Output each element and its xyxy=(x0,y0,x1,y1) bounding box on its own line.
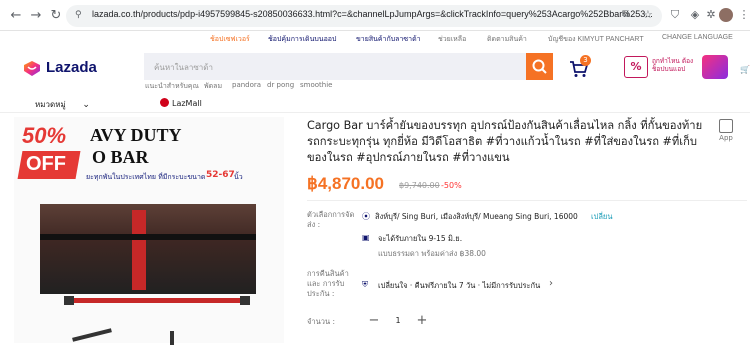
install-app-icon[interactable]: ⧉ xyxy=(622,9,629,20)
quantity-value[interactable]: 1 xyxy=(393,316,403,325)
mini-cart-icon[interactable]: 🛒 xyxy=(740,65,750,74)
search-input[interactable]: ค้นหาในลาซาด้า xyxy=(144,53,526,80)
delivery-label: ตัวเลือกการจัดส่ง : xyxy=(307,210,355,229)
track-order-link[interactable]: ติดตามสินค้า xyxy=(487,34,527,45)
banner-caption: ยะทุกพันในประเทศไทย ที่มีกระบะขนาด xyxy=(86,173,206,181)
shield-extension-icon[interactable]: ⛉ xyxy=(668,8,682,22)
puzzle-icon[interactable]: ✲ xyxy=(704,8,718,22)
bookmark-star-icon[interactable]: ☆ xyxy=(643,8,653,21)
suggestion-0[interactable]: แนะนำสำหรับคุณ xyxy=(145,81,199,92)
suggestion-3[interactable]: dr pong xyxy=(267,81,294,89)
product-price: ฿4,870.00 xyxy=(307,174,384,193)
top-links-bar: ช้อปเซฟเวอร์ ช้อปคุ้มการเดินบนออป ขายสิน… xyxy=(0,31,750,47)
menu-dots-icon[interactable]: ⋮ xyxy=(737,8,750,22)
location-pin-icon: ⦿ xyxy=(362,212,370,221)
product-title: Cargo Bar บาร์ค้ำยันของบรรทุก อุปกรณ์ป้อ… xyxy=(307,119,703,164)
quantity-stepper[interactable]: − 1 + xyxy=(361,312,435,330)
categories-dropdown[interactable]: หมวดหมู่ ⌄ xyxy=(35,98,90,111)
change-language-link[interactable]: CHANGE LANGUAGE xyxy=(662,34,733,41)
returns-label: การคืนสินค้าและ การรับประกัน : xyxy=(307,269,349,298)
lazada-wordmark: Lazada xyxy=(46,59,97,76)
cargo-bar-photo xyxy=(72,298,242,303)
site-header: Lazada ค้นหาในลาซาด้า 3 % ถูกทำไหน ต้อง … xyxy=(0,47,750,113)
banner-cargo-bar: O BAR xyxy=(92,147,149,167)
rail-photo xyxy=(40,234,256,240)
browser-toolbar: ← → ↻ ⚲ lazada.co.th/products/pdp-i49575… xyxy=(0,0,750,31)
account-link[interactable]: บัญชีของ KIMYUT PANCHART xyxy=(548,34,644,45)
lazmall-link[interactable]: LazMall xyxy=(160,98,202,108)
lazada-heart-icon xyxy=(24,61,40,76)
forward-icon[interactable]: → xyxy=(28,8,44,24)
app-promo-banner[interactable]: % ถูกทำไหน ต้อง ช็อปบนแอป xyxy=(624,53,734,81)
extension-icon[interactable]: ◈ xyxy=(688,8,702,22)
truck-icon: ▣ xyxy=(362,233,370,242)
discount-badge: -50% xyxy=(441,181,462,190)
banner-percent: 50% xyxy=(22,123,67,148)
suggestion-2[interactable]: pandora xyxy=(232,81,261,89)
lazmall-icon xyxy=(160,98,169,107)
truck-photo xyxy=(40,204,256,294)
suggestion-1[interactable]: พัดลม xyxy=(204,81,222,92)
save-more-link[interactable]: ช้อปเซฟเวอร์ xyxy=(210,34,250,45)
banner-off: OFF xyxy=(26,153,66,175)
site-info-icon[interactable]: ⚲ xyxy=(75,10,82,20)
chevron-down-icon: ⌄ xyxy=(82,100,90,110)
delivery-location: สิงห์บุรี/ Sing Buri, เมืองสิงห์บุรี/ Mu… xyxy=(375,212,578,221)
banner-size: 52-67 xyxy=(206,170,235,180)
quantity-label: จำนวน : xyxy=(307,317,335,326)
profile-avatar[interactable] xyxy=(719,8,733,22)
product-image-gallery[interactable]: AVY DUTY O BAR 50% OFF ยะทุกพันในประเทศไ… xyxy=(14,117,284,345)
change-location-link[interactable]: เปลี่ยน xyxy=(591,211,612,223)
lazmall-label: LazMall xyxy=(172,99,202,108)
app-label: App xyxy=(719,134,733,142)
decrease-quantity-button[interactable]: − xyxy=(365,312,383,330)
sell-link[interactable]: ช้อปคุ้มการเดินบนออป xyxy=(268,34,336,45)
lazada-logo[interactable]: Lazada xyxy=(22,58,97,78)
search-icon xyxy=(532,59,547,74)
reload-icon[interactable]: ↻ xyxy=(48,8,64,24)
url-text[interactable]: lazada.co.th/products/pdp-i4957599845-s2… xyxy=(92,9,653,19)
delivery-standard: แบบธรรมดา พร้อมค่าส่ง ฿38.00 xyxy=(378,249,486,258)
back-icon[interactable]: ← xyxy=(8,8,24,24)
shield-check-icon: ⛨ xyxy=(362,280,368,289)
search-button[interactable] xyxy=(526,53,553,80)
increase-quantity-button[interactable]: + xyxy=(413,312,431,330)
percent-icon: % xyxy=(624,56,648,78)
suggestion-4[interactable]: smoothie xyxy=(300,81,332,89)
promo-text: ถูกทำไหน ต้อง ช็อปบนแอป xyxy=(652,57,694,73)
returns-info: เปลี่ยนใจ · คืนฟรีภายใน 7 วัน · ไม่มีการ… xyxy=(378,281,541,290)
gift-icon xyxy=(702,55,728,79)
categories-label: หมวดหมู่ xyxy=(35,100,66,109)
address-bar[interactable]: ⚲ lazada.co.th/products/pdp-i4957599845-… xyxy=(66,5,662,27)
banner-unit: นิ้ว xyxy=(234,173,243,181)
banner-heavy-duty: AVY DUTY xyxy=(90,125,182,145)
bar-photo xyxy=(132,210,146,290)
original-price: ฿9,740.00 xyxy=(399,181,440,190)
delivery-eta: จะได้รับภายใน 9-15 มิ.ย. xyxy=(378,234,463,243)
cart-count-badge: 3 xyxy=(580,55,591,66)
sell-on-lazada-link[interactable]: ขายสินค้ากับลาซาด้า xyxy=(356,34,421,45)
search-placeholder: ค้นหาในลาซาด้า xyxy=(154,63,213,72)
divider xyxy=(307,200,747,201)
app-qr-button[interactable]: App xyxy=(716,119,736,142)
help-link[interactable]: ช่วยเหลือ xyxy=(438,34,466,45)
bar-end-right xyxy=(240,296,250,305)
chevron-right-icon[interactable]: › xyxy=(549,278,553,289)
qr-code-icon xyxy=(719,119,733,133)
bar-end-left xyxy=(64,296,74,305)
